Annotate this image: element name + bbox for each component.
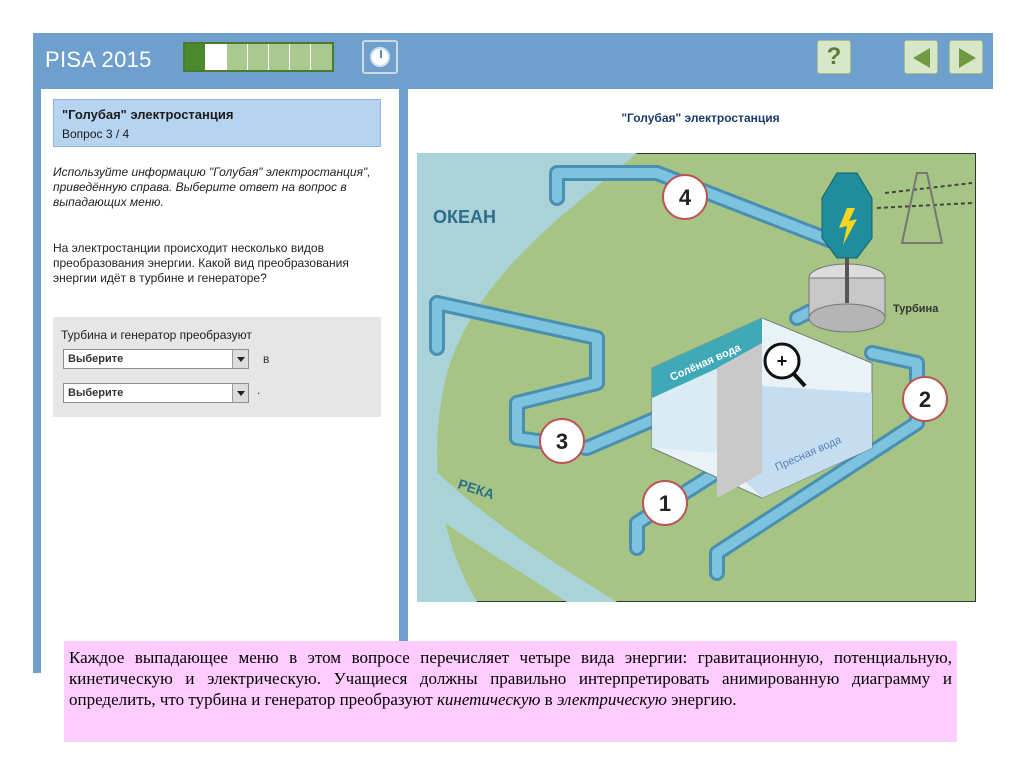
connector-period: . xyxy=(257,383,261,397)
app-window: PISA 2015 ? "Голубая" электростанция Воп… xyxy=(33,33,993,673)
progress-segment xyxy=(269,44,290,70)
note-text: в xyxy=(540,690,557,709)
zoom-plus: + xyxy=(777,351,788,371)
help-button[interactable]: ? xyxy=(817,40,851,74)
note-text: энергию. xyxy=(666,690,737,709)
unit-title: "Голубая" электростанция xyxy=(62,107,234,122)
progress-segment xyxy=(227,44,248,70)
energy-from-select[interactable]: Выберите xyxy=(63,349,249,369)
turbine-label: Турбина xyxy=(893,303,939,315)
prev-button[interactable] xyxy=(904,40,938,74)
select-value: Выберите xyxy=(68,387,124,399)
step-3-label: 3 xyxy=(556,429,568,454)
teacher-note: Каждое выпадающее меню в этом вопросе пе… xyxy=(64,641,957,742)
membrane xyxy=(717,343,762,498)
answer-lead-text: Турбина и генератор преобразуют xyxy=(61,328,252,342)
question-text: На электростанции происходит несколько в… xyxy=(53,241,349,285)
progress-segment xyxy=(311,44,332,70)
progress-segment xyxy=(185,44,206,70)
dropdown-arrow-icon[interactable] xyxy=(232,384,248,402)
dropdown-arrow-icon[interactable] xyxy=(232,350,248,368)
instruction-text: Используйте информацию "Голубая" электро… xyxy=(53,165,371,209)
turbine-bottom xyxy=(808,303,886,333)
arrow-left-icon xyxy=(913,48,930,68)
stimulus-panel: "Голубая" электростанция Солёная вода Пр… xyxy=(408,89,993,673)
unit-card: "Голубая" электростанция Вопрос 3 / 4 xyxy=(53,99,381,147)
progress-segment xyxy=(290,44,311,70)
stimulus-title: "Голубая" электростанция xyxy=(621,111,780,125)
note-emphasis-electric: электрическую xyxy=(556,690,667,709)
progress-segment xyxy=(206,44,227,70)
ocean-label: ОКЕАН xyxy=(433,207,496,227)
energy-to-select[interactable]: Выберите xyxy=(63,383,249,403)
clock-icon xyxy=(370,47,390,67)
step-2-label: 2 xyxy=(919,387,931,412)
step-1-label: 1 xyxy=(659,491,671,516)
answer-box: Турбина и генератор преобразуют Выберите… xyxy=(53,317,381,417)
question-number: Вопрос 3 / 4 xyxy=(62,127,130,141)
arrow-right-icon xyxy=(959,48,976,68)
timer-button[interactable] xyxy=(362,40,398,74)
step-4-label: 4 xyxy=(679,185,692,210)
power-plant-diagram: Солёная вода Пресная вода + 4 3 1 2 ОКЕА… xyxy=(417,153,976,602)
progress-segment xyxy=(248,44,269,70)
next-button[interactable] xyxy=(949,40,983,74)
progress-bar xyxy=(183,42,334,72)
connector-text: в xyxy=(263,352,270,366)
top-bar: PISA 2015 ? xyxy=(33,33,993,88)
note-emphasis-kinetic: кинетическую xyxy=(436,690,541,709)
select-value: Выберите xyxy=(68,353,124,365)
question-panel: "Голубая" электростанция Вопрос 3 / 4 Ис… xyxy=(41,89,399,673)
app-title: PISA 2015 xyxy=(45,47,152,72)
